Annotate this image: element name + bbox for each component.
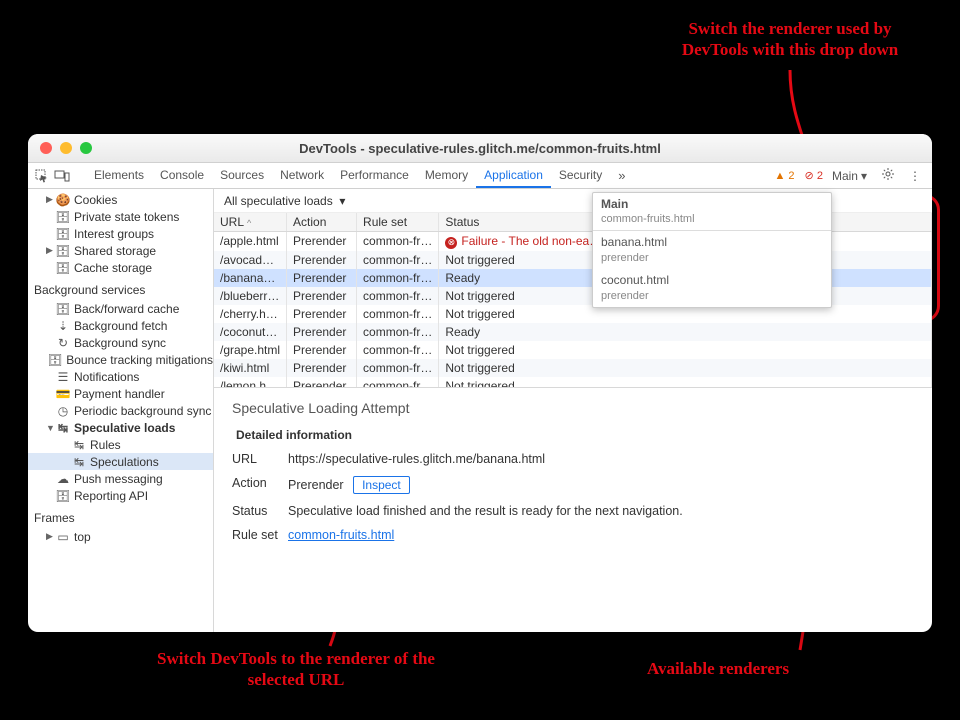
- table-row[interactable]: /grape.htmlPrerendercommon-fr…Not trigge…: [214, 341, 932, 359]
- sidebar-icon: ⇣: [56, 319, 70, 333]
- table-row[interactable]: /kiwi.htmlPrerendercommon-fr…Not trigger…: [214, 359, 932, 377]
- tab-performance[interactable]: Performance: [332, 164, 417, 188]
- error-icon[interactable]: ⊘ 2: [805, 169, 823, 182]
- sidebar-icon: 🗄: [48, 353, 62, 367]
- tab-application[interactable]: Application: [476, 164, 551, 188]
- detail-ruleset-link[interactable]: common-fruits.html: [288, 528, 394, 542]
- sidebar-item-top[interactable]: ▶▭top: [28, 528, 213, 545]
- annotation-right: Available renderers: [618, 658, 818, 679]
- sidebar-icon: ☁: [56, 472, 70, 486]
- sidebar-item-background-fetch[interactable]: ⇣Background fetch: [28, 317, 213, 334]
- sidebar-icon: ↻: [56, 336, 70, 350]
- sidebar-icon: 🗄: [56, 302, 70, 316]
- column-header-url[interactable]: URL^: [214, 213, 287, 232]
- sidebar-item-cache-storage[interactable]: 🗄Cache storage: [28, 259, 213, 276]
- detail-heading: Speculative Loading Attempt: [232, 400, 914, 416]
- window-title: DevTools - speculative-rules.glitch.me/c…: [28, 141, 932, 156]
- sidebar-icon: 🗄: [56, 261, 70, 275]
- detail-status-value: Speculative load finished and the result…: [288, 504, 914, 518]
- sidebar-item-speculations[interactable]: ↹Speculations: [28, 453, 213, 470]
- renderer-option[interactable]: coconut.htmlprerender: [593, 269, 831, 307]
- toolbar: ElementsConsoleSourcesNetworkPerformance…: [28, 163, 932, 189]
- renderer-option-main[interactable]: Main common-fruits.html: [593, 193, 831, 231]
- sidebar-item-shared-storage[interactable]: ▶🗄Shared storage: [28, 242, 213, 259]
- sidebar-item-rules[interactable]: ↹Rules: [28, 436, 213, 453]
- sidebar-section-background-services: Background services: [28, 280, 213, 300]
- sidebar-icon: 💳: [56, 387, 70, 401]
- detail-pane: Speculative Loading Attempt Detailed inf…: [214, 387, 932, 632]
- more-tabs-button[interactable]: »: [614, 168, 629, 183]
- inspect-element-icon[interactable]: [34, 168, 50, 184]
- renderer-dropdown[interactable]: Main ▾ Main common-fruits.html banana.ht…: [827, 166, 872, 186]
- titlebar: DevTools - speculative-rules.glitch.me/c…: [28, 134, 932, 163]
- sidebar-icon: ▭: [56, 530, 70, 544]
- sidebar-icon: ↹: [72, 455, 86, 469]
- tab-memory[interactable]: Memory: [417, 164, 476, 188]
- sidebar-icon: ↹: [72, 438, 86, 452]
- detail-status-label: Status: [232, 504, 288, 518]
- chevron-down-icon: ▾: [339, 194, 345, 208]
- sidebar-item-bounce-tracking-mitigations[interactable]: 🗄Bounce tracking mitigations: [28, 351, 213, 368]
- tab-network[interactable]: Network: [272, 164, 332, 188]
- sidebar-item-push-messaging[interactable]: ☁Push messaging: [28, 470, 213, 487]
- detail-ruleset-label: Rule set: [232, 528, 288, 542]
- sidebar-icon: ☰: [56, 370, 70, 384]
- sidebar-item-private-state-tokens[interactable]: 🗄Private state tokens: [28, 208, 213, 225]
- sidebar-item-periodic-background-sync[interactable]: ◷Periodic background sync: [28, 402, 213, 419]
- column-header-rule-set[interactable]: Rule set: [357, 213, 439, 232]
- sidebar-icon: ◷: [56, 404, 70, 418]
- tab-console[interactable]: Console: [152, 164, 212, 188]
- table-row[interactable]: /lemon.h…Prerendercommon-fr…Not triggere…: [214, 377, 932, 388]
- sidebar-section-frames: Frames: [28, 508, 213, 528]
- detail-action-value: Prerender Inspect: [288, 476, 914, 494]
- settings-gear-icon[interactable]: [876, 164, 900, 187]
- renderer-option-title: Main: [601, 197, 628, 211]
- detail-url-value: https://speculative-rules.glitch.me/bana…: [288, 452, 914, 466]
- tab-sources[interactable]: Sources: [212, 164, 272, 188]
- sidebar: ▶🍪Cookies🗄Private state tokens🗄Interest …: [28, 189, 214, 632]
- device-toggle-icon[interactable]: [54, 168, 70, 184]
- sidebar-item-interest-groups[interactable]: 🗄Interest groups: [28, 225, 213, 242]
- renderer-popup: Main common-fruits.html banana.htmlprere…: [592, 192, 832, 309]
- table-row[interactable]: /coconut…Prerendercommon-fr…Ready: [214, 323, 932, 341]
- detail-subheading: Detailed information: [236, 428, 914, 442]
- sidebar-icon: 🍪: [56, 193, 70, 207]
- sort-asc-icon: ^: [247, 218, 251, 228]
- sidebar-icon: 🗄: [56, 227, 70, 241]
- sidebar-item-reporting-api[interactable]: 🗄Reporting API: [28, 487, 213, 504]
- column-header-action[interactable]: Action: [287, 213, 357, 232]
- annotation-top: Switch the renderer used by DevTools wit…: [655, 18, 925, 61]
- warning-icon[interactable]: ▲ 2: [774, 170, 794, 182]
- detail-url-label: URL: [232, 452, 288, 466]
- sidebar-item-background-sync[interactable]: ↻Background sync: [28, 334, 213, 351]
- filter-dropdown[interactable]: All speculative loads ▾: [224, 194, 345, 208]
- renderer-dropdown-label: Main: [832, 169, 858, 183]
- tab-security[interactable]: Security: [551, 164, 610, 188]
- renderer-option[interactable]: banana.htmlprerender: [593, 231, 831, 269]
- sidebar-item-back-forward-cache[interactable]: 🗄Back/forward cache: [28, 300, 213, 317]
- detail-action-label: Action: [232, 476, 288, 494]
- annotation-left: Switch DevTools to the renderer of the s…: [156, 648, 436, 691]
- sidebar-icon: 🗄: [56, 244, 70, 258]
- inspect-button[interactable]: Inspect: [353, 476, 410, 494]
- sidebar-item-speculative-loads[interactable]: ▼↹Speculative loads: [28, 419, 213, 436]
- sidebar-item-notifications[interactable]: ☰Notifications: [28, 368, 213, 385]
- devtools-window: DevTools - speculative-rules.glitch.me/c…: [28, 134, 932, 632]
- sidebar-icon: 🗄: [56, 210, 70, 224]
- tab-elements[interactable]: Elements: [86, 164, 152, 188]
- sidebar-item-payment-handler[interactable]: 💳Payment handler: [28, 385, 213, 402]
- renderer-option-sub: common-fruits.html: [601, 212, 823, 226]
- exchange-icon: ↹: [56, 421, 70, 435]
- sidebar-item-cookies[interactable]: ▶🍪Cookies: [28, 191, 213, 208]
- sidebar-icon: 🗄: [56, 489, 70, 503]
- kebab-menu-icon[interactable]: ⋮: [904, 166, 926, 186]
- chevron-down-icon: ▾: [861, 169, 867, 183]
